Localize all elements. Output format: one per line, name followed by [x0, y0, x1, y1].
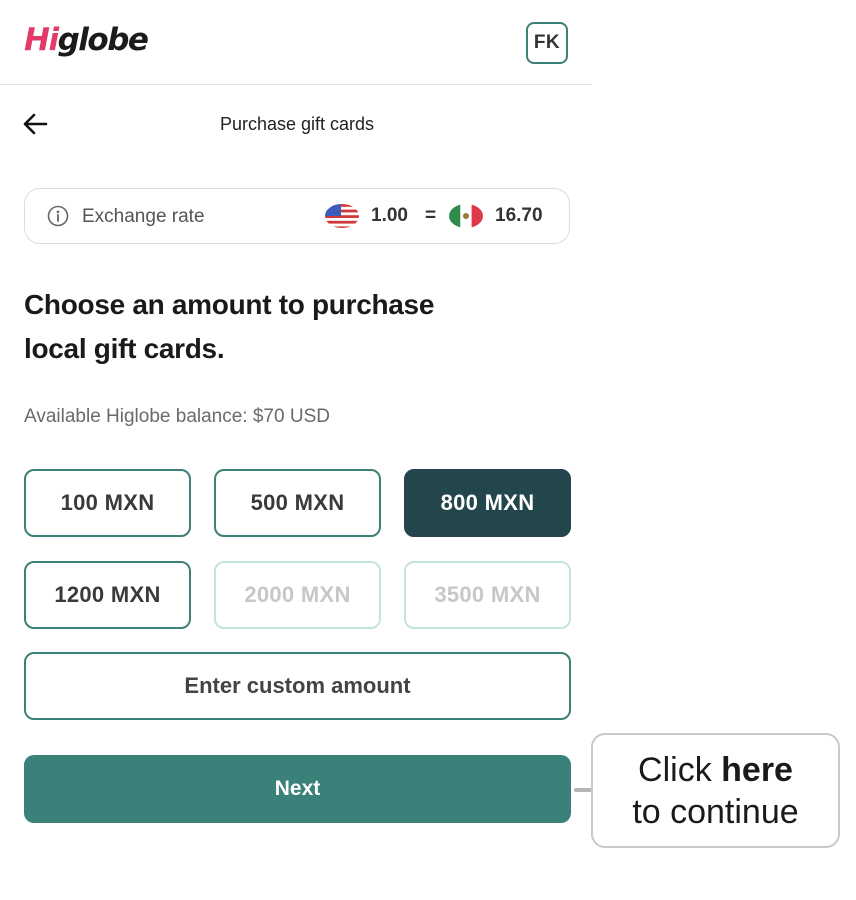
header: Higlobe FK — [0, 0, 592, 85]
amount-option-100[interactable]: 100 MXN — [24, 469, 191, 537]
mexico-flag-icon — [449, 203, 483, 229]
amount-option-3500: 3500 MXN — [404, 561, 571, 629]
amount-option-2000: 2000 MXN — [214, 561, 381, 629]
us-flag-icon — [325, 203, 359, 229]
exchange-rate-box: Exchange rate 1.00 = 16.70 — [24, 188, 570, 244]
exchange-rate-label: Exchange rate — [82, 206, 205, 227]
page-heading: Choose an amount to purchase local gift … — [24, 289, 435, 364]
page-title: Purchase gift cards — [219, 114, 375, 134]
equals-sign: = — [425, 205, 437, 226]
amount-option-800[interactable]: 800 MXN — [404, 469, 571, 537]
usd-rate-value: 1.00 — [371, 205, 408, 226]
tooltip-callout: Click here to continue — [591, 733, 840, 848]
info-icon[interactable] — [47, 205, 69, 227]
higlobe-logo[interactable]: Higlobe — [24, 22, 149, 58]
mxn-rate-value: 16.70 — [495, 205, 543, 226]
app: Higlobe FK Purchase gift cards Exchange … — [0, 0, 592, 900]
amount-option-1200[interactable]: 1200 MXN — [24, 561, 191, 629]
user-avatar[interactable]: FK — [526, 22, 568, 64]
custom-amount-button[interactable]: Enter custom amount — [24, 652, 571, 720]
next-button[interactable]: Next — [24, 755, 571, 823]
available-balance: Available Higlobe balance: $70 USD — [24, 406, 330, 427]
amount-option-500[interactable]: 500 MXN — [214, 469, 381, 537]
callout-connector — [574, 788, 592, 792]
